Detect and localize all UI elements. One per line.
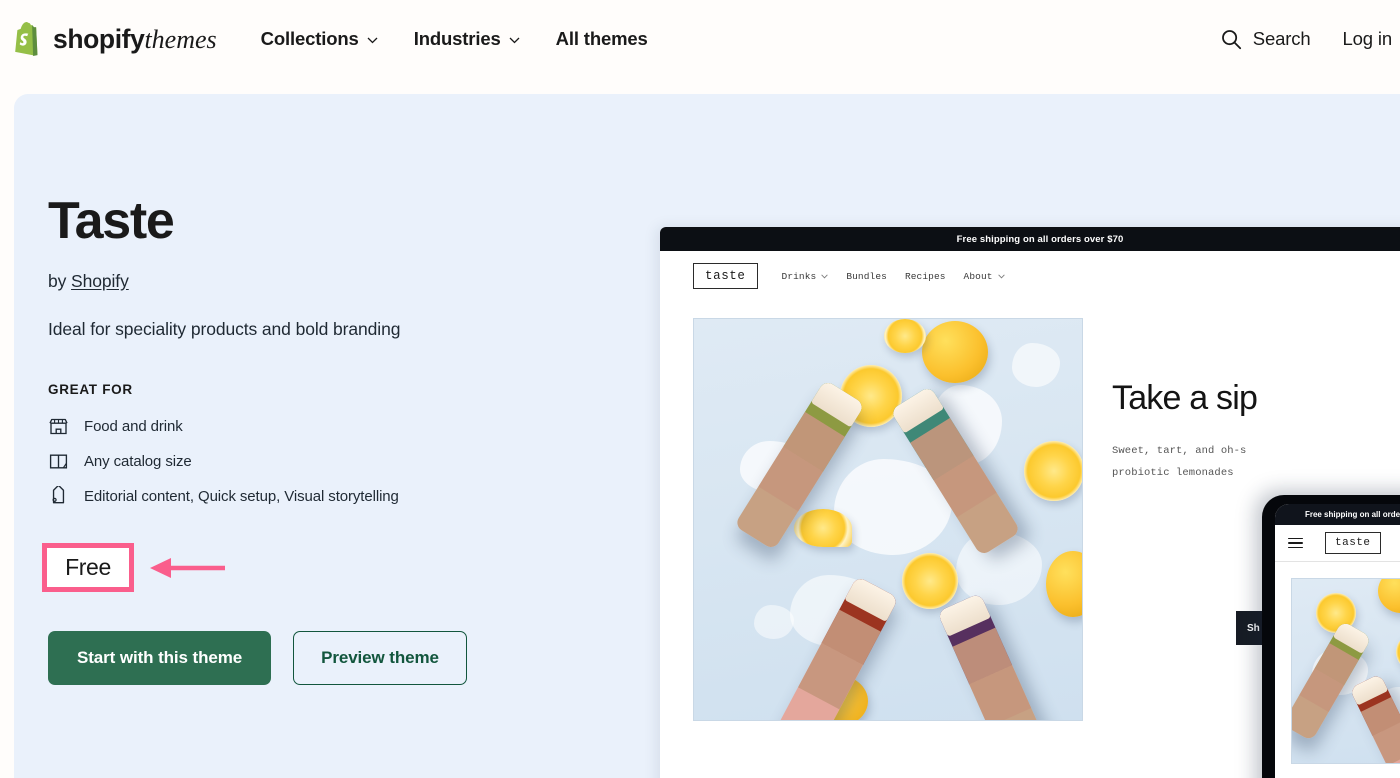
shopify-themes-logo[interactable]: shopifythemes: [14, 22, 217, 56]
magnifier-icon: [1221, 29, 1241, 49]
great-for-list: Food and drink Any catalog size Editoria…: [48, 416, 628, 507]
left-arrow-annotation-icon: [150, 557, 225, 578]
search-label: Search: [1252, 28, 1311, 49]
nav-item-all-themes[interactable]: All themes: [556, 28, 648, 50]
login-label: Log in: [1342, 28, 1392, 49]
nav-label-collections: Collections: [260, 28, 359, 49]
brand-wordmark: shopifythemes: [53, 23, 217, 54]
preview-store-menu: Drinks Bundles Recipes About: [782, 271, 1005, 282]
list-item-label: Food and drink: [84, 417, 183, 435]
login-link[interactable]: Log in: [1342, 28, 1392, 50]
preview-theme-button[interactable]: Preview theme: [293, 630, 467, 685]
chevron-down-icon: [821, 273, 829, 278]
theme-action-buttons: Start with this theme Preview theme: [48, 630, 628, 685]
theme-hero-section: Taste by Shopify Ideal for speciality pr…: [14, 94, 1400, 778]
phone-store-logo: taste: [1325, 532, 1381, 554]
secondary-nav: Search Log in: [1221, 28, 1400, 50]
book-icon: [49, 454, 68, 469]
author-link[interactable]: Shopify: [71, 271, 129, 291]
nav-item-collections[interactable]: Collections: [261, 28, 378, 50]
preview-store-header: taste Drinks Bundles Recipes About: [660, 251, 1400, 301]
start-with-this-theme-button[interactable]: Start with this theme: [48, 630, 272, 685]
preview-announcement-bar: Free shipping on all orders over $70: [660, 227, 1400, 251]
preview-menu-label: Recipes: [904, 270, 946, 282]
nav-label-industries: Industries: [413, 28, 501, 49]
phone-announcement-bar: Free shipping on all orde: [1275, 504, 1400, 525]
annotation-highlight-box: Free: [42, 542, 134, 592]
preview-menu-item-recipes: Recipes: [905, 271, 946, 282]
preview-subtext-line1: Sweet, tart, and oh-s: [1112, 445, 1247, 457]
preview-menu-item-drinks: Drinks: [782, 271, 829, 282]
phone-hero-image: [1291, 578, 1400, 764]
chevron-down-icon: [367, 37, 378, 44]
nav-label-all-themes: All themes: [555, 28, 648, 49]
phone-store-header: taste: [1275, 525, 1400, 562]
nav-item-industries[interactable]: Industries: [414, 28, 520, 50]
by-prefix: by: [48, 270, 72, 291]
phone-announcement-text: Free shipping on all orde: [1304, 510, 1400, 519]
preview-subtext: Sweet, tart, and oh-s probiotic lemonade…: [1112, 441, 1400, 484]
primary-nav: Collections Industries All themes: [261, 28, 648, 50]
chevron-down-icon: [997, 273, 1005, 278]
hamburger-icon[interactable]: [1288, 537, 1303, 549]
preview-menu-item-bundles: Bundles: [846, 271, 887, 282]
store-icon: [49, 418, 68, 434]
shopify-bag-icon: [15, 22, 38, 56]
chevron-down-icon: [509, 37, 520, 44]
top-navigation-bar: shopifythemes Collections Industries All…: [0, 0, 1400, 78]
phone-screen: Free shipping on all orde taste Take a: [1275, 504, 1400, 778]
list-item: Any catalog size: [48, 451, 628, 472]
list-item-label: Any catalog size: [84, 452, 192, 470]
list-item: Editorial content, Quick setup, Visual s…: [48, 485, 628, 507]
page-title: Taste: [48, 192, 175, 250]
list-item-label: Editorial content, Quick setup, Visual s…: [84, 487, 399, 505]
preview-store-logo: taste: [693, 263, 758, 289]
preview-subtext-line2: probiotic lemonades: [1112, 466, 1234, 479]
preview-announcement-text: Free shipping on all orders over $70: [956, 233, 1124, 245]
preview-menu-label: About: [963, 270, 993, 282]
preview-menu-item-about: About: [964, 271, 1005, 282]
theme-mobile-preview[interactable]: Free shipping on all orde taste Take a: [1262, 495, 1400, 778]
list-item: Food and drink: [48, 416, 628, 437]
search-button[interactable]: Search: [1221, 28, 1311, 50]
preview-menu-label: Drinks: [781, 270, 817, 282]
theme-price: Free: [65, 553, 111, 580]
price-annotation-row: Free: [42, 542, 628, 593]
preview-shop-chip-label: Sh: [1247, 622, 1260, 634]
preview-menu-label: Bundles: [846, 270, 887, 282]
preview-headline: Take a sip: [1112, 379, 1258, 417]
theme-author-line: by Shopify: [48, 271, 628, 292]
theme-tagline: Ideal for speciality products and bold b…: [48, 318, 401, 339]
tag-icon: [52, 485, 65, 503]
theme-info-panel: Taste by Shopify Ideal for speciality pr…: [42, 192, 628, 685]
preview-hero-copy: Take a sip Sweet, tart, and oh-s probiot…: [1112, 381, 1400, 484]
great-for-heading: GREAT FOR: [48, 381, 133, 397]
preview-hero-image: [693, 318, 1083, 721]
